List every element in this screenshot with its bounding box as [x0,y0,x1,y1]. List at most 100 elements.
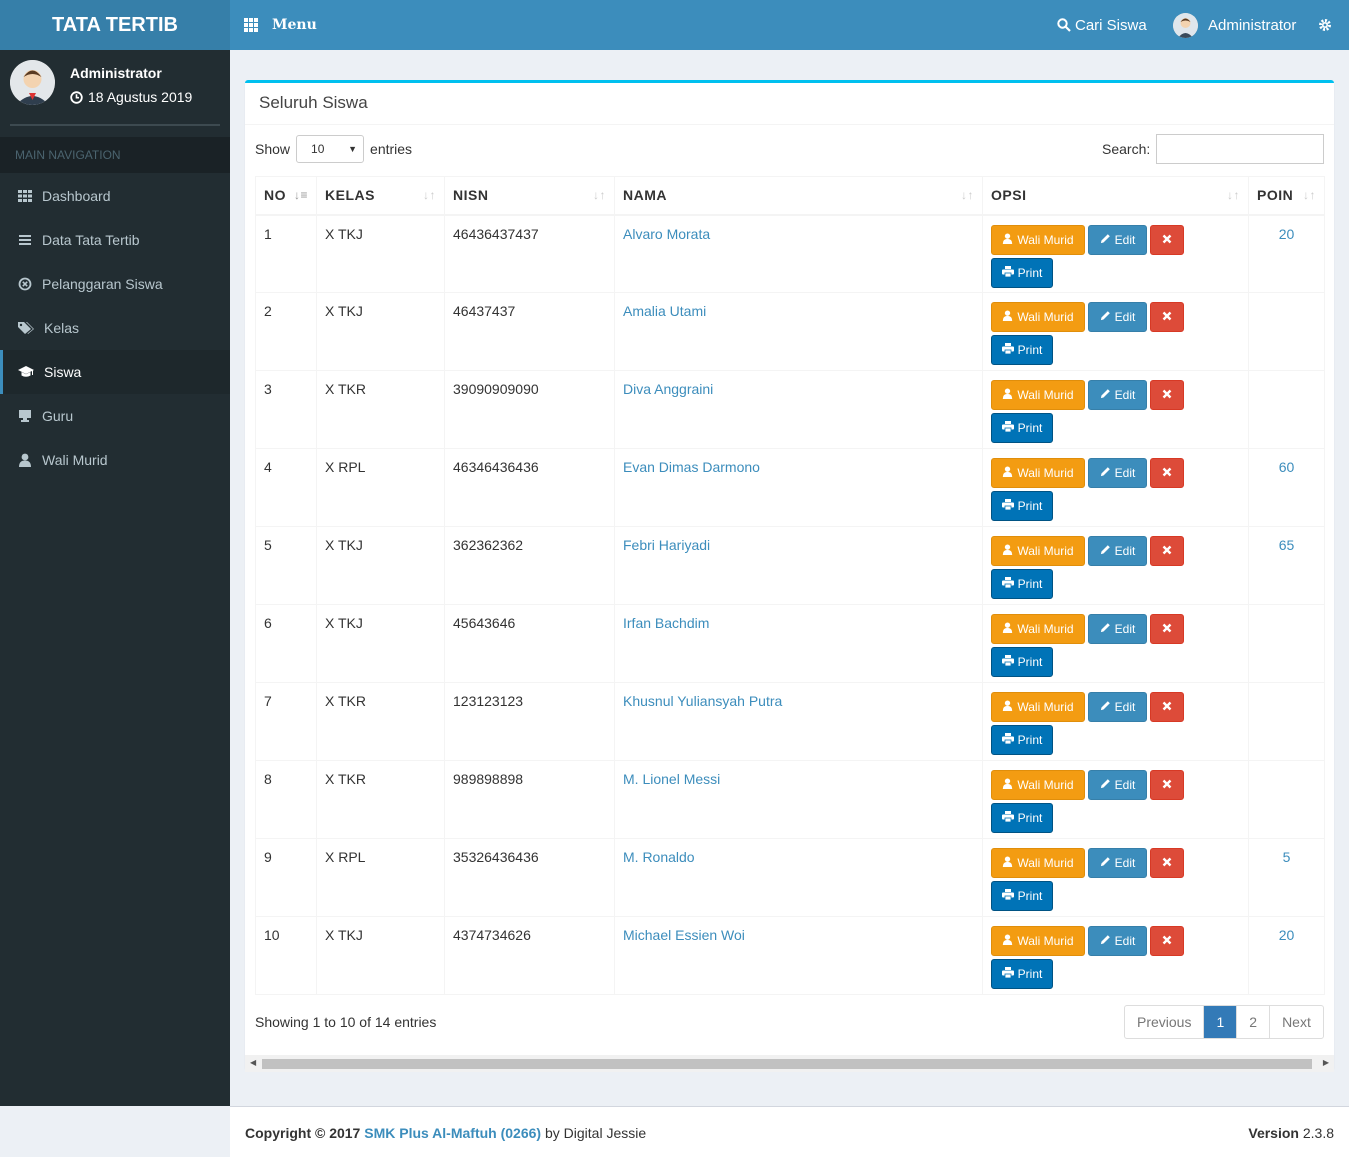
delete-button[interactable] [1150,224,1184,255]
wali-murid-button[interactable]: Wali Murid [991,848,1085,878]
delete-button[interactable] [1150,302,1184,332]
avatar [1173,12,1198,38]
print-label: Print [1017,499,1043,513]
settings-button[interactable] [1318,0,1332,50]
edit-button[interactable]: Edit [1088,770,1147,800]
print-button[interactable]: Print [991,881,1053,911]
edit-button[interactable]: Edit [1088,224,1147,255]
poin-link[interactable]: 5 [1283,849,1291,865]
menu-toggle[interactable]: Menu [244,0,317,50]
ban-icon [18,277,32,291]
student-name-link[interactable]: Evan Dimas Darmono [623,459,760,475]
edit-button[interactable]: Edit [1088,302,1147,332]
column-header-nisn[interactable]: NISN ↓↑ [444,176,615,216]
pager-next[interactable]: Next [1269,1006,1323,1038]
column-header-poin[interactable]: POIN ↓↑ [1248,176,1325,216]
poin-link[interactable]: 20 [1279,927,1295,943]
edit-button[interactable]: Edit [1088,848,1147,878]
delete-button[interactable] [1150,458,1184,488]
wali-murid-button[interactable]: Wali Murid [991,614,1085,644]
sidebar-item-data-tata-tertib[interactable]: Data Tata Tertib [0,218,230,262]
student-name-link[interactable]: Michael Essien Woi [623,927,745,943]
sidebar-item-guru[interactable]: Guru [0,394,230,438]
scroll-left-icon[interactable]: ◀ [250,1058,256,1067]
print-button[interactable]: Print [991,335,1053,365]
print-button[interactable]: Print [991,959,1053,989]
student-name-link[interactable]: Diva Anggraini [623,381,713,397]
student-name-link[interactable]: Irfan Bachdim [623,615,709,631]
wali-murid-button[interactable]: Wali Murid [991,926,1085,956]
student-name-link[interactable]: Khusnul Yuliansyah Putra [623,693,782,709]
column-header-opsi[interactable]: OPSI ↓↑ [982,176,1249,216]
delete-button[interactable] [1150,926,1184,956]
user-icon [1002,934,1013,948]
cari-siswa-link[interactable]: Cari Siswa [1057,0,1147,50]
search-input[interactable] [1156,134,1324,164]
cell-opsi: Wali Murid Edit Print [982,838,1249,917]
print-button[interactable]: Print [991,491,1053,521]
student-name-link[interactable]: Alvaro Morata [623,226,710,242]
delete-button[interactable] [1150,848,1184,878]
cell-poin [1248,760,1325,839]
edit-button[interactable]: Edit [1088,380,1147,410]
wali-murid-button[interactable]: Wali Murid [991,458,1085,488]
cell-poin [1248,370,1325,449]
horizontal-scrollbar[interactable]: ◀ ▶ [245,1055,1334,1072]
print-button[interactable]: Print [991,257,1053,288]
student-name-link[interactable]: Febri Hariyadi [623,537,710,553]
student-name-link[interactable]: M. Ronaldo [623,849,695,865]
delete-button[interactable] [1150,614,1184,644]
print-button[interactable]: Print [991,725,1053,755]
cell-nisn: 4374734626 [444,916,615,995]
wali-murid-button[interactable]: Wali Murid [991,380,1085,410]
pager-page-2[interactable]: 2 [1236,1006,1269,1038]
wali-murid-button[interactable]: Wali Murid [991,536,1085,566]
row-actions: Wali Murid Edit Print [991,692,1191,755]
wali-murid-button[interactable]: Wali Murid [991,224,1085,255]
sidebar-item-siswa[interactable]: Siswa [0,350,230,394]
poin-link[interactable]: 65 [1279,537,1295,553]
scrollbar-thumb[interactable] [262,1059,1312,1069]
edit-button[interactable]: Edit [1088,692,1147,722]
column-header-no[interactable]: NO ↓≡ [255,176,317,216]
column-header-nama[interactable]: NAMA ↓↑ [614,176,983,216]
delete-button[interactable] [1150,380,1184,410]
school-link[interactable]: SMK Plus Al-Maftuh (0266) [364,1125,541,1141]
edit-button[interactable]: Edit [1088,614,1147,644]
print-button[interactable]: Print [991,413,1053,443]
poin-link[interactable]: 60 [1279,459,1295,475]
poin-link[interactable]: 20 [1279,226,1295,242]
wali-murid-button[interactable]: Wali Murid [991,692,1085,722]
column-header-kelas[interactable]: KELAS ↓↑ [316,176,445,216]
student-name-link[interactable]: Amalia Utami [623,303,706,319]
user-menu[interactable]: Administrator [1173,0,1296,50]
delete-button[interactable] [1150,770,1184,800]
print-button[interactable]: Print [991,569,1053,599]
delete-button[interactable] [1150,536,1184,566]
sidebar-item-pelanggaran-siswa[interactable]: Pelanggaran Siswa [0,262,230,306]
caret-down-icon: ▼ [348,144,358,154]
scroll-right-icon[interactable]: ▶ [1323,1058,1329,1067]
clock-icon [70,90,83,104]
sidebar-item-wali-murid[interactable]: Wali Murid [0,438,230,482]
edit-label: Edit [1114,700,1136,714]
print-button[interactable]: Print [991,803,1053,833]
student-name-link[interactable]: M. Lionel Messi [623,771,720,787]
user-icon [1002,544,1013,558]
sidebar-item-kelas[interactable]: Kelas [0,306,230,350]
entries-select[interactable]: 10 ▼ [296,135,365,163]
wali-murid-button[interactable]: Wali Murid [991,770,1085,800]
sidebar-item-dashboard[interactable]: Dashboard [0,174,230,218]
print-button[interactable]: Print [991,647,1053,677]
delete-button[interactable] [1150,692,1184,722]
wali-murid-button[interactable]: Wali Murid [991,302,1085,332]
cell-kelas: X TKR [316,370,445,449]
pager-page-1[interactable]: 1 [1203,1006,1237,1038]
user-icon [1002,778,1013,792]
edit-button[interactable]: Edit [1088,926,1147,956]
version-label: Version [1248,1125,1299,1141]
edit-button[interactable]: Edit [1088,536,1147,566]
edit-button[interactable]: Edit [1088,458,1147,488]
pager-previous[interactable]: Previous [1125,1006,1203,1038]
app-logo[interactable]: TATA TERTIB [0,0,230,50]
